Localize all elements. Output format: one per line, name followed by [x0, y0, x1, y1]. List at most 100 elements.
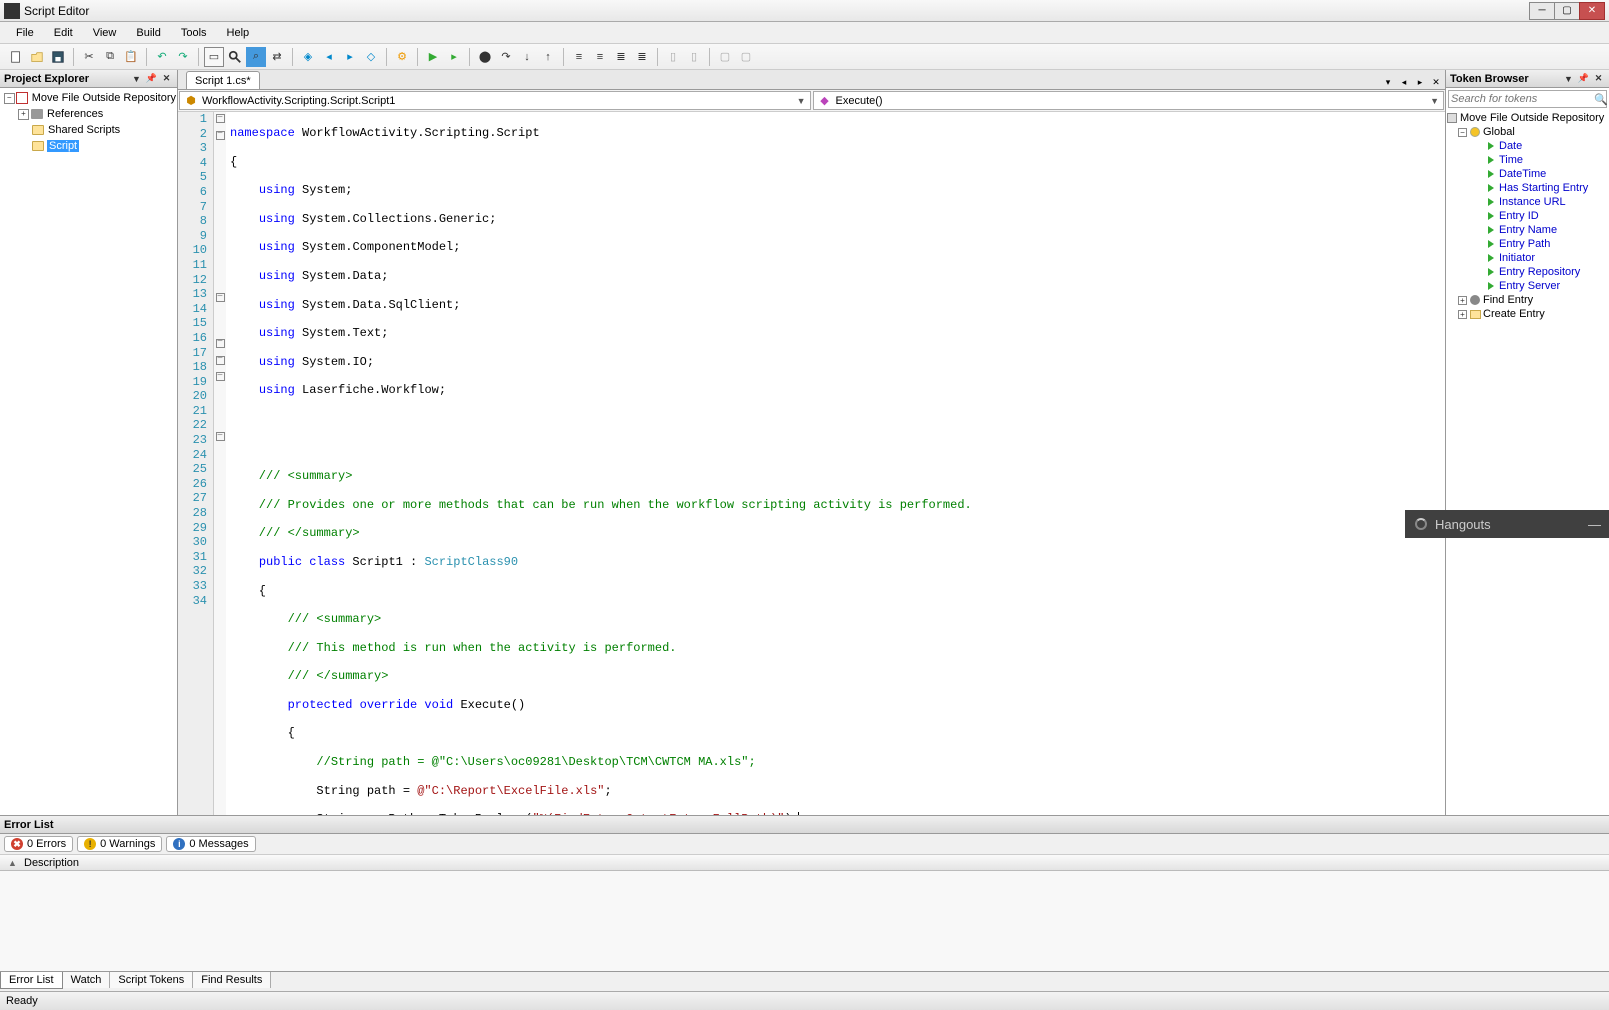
- undo-icon[interactable]: ↶: [152, 47, 172, 67]
- search-icon[interactable]: 🔍: [1594, 93, 1608, 106]
- tab-list-icon[interactable]: ▾: [1381, 75, 1395, 89]
- token-create-entry[interactable]: +Create Entry: [1446, 307, 1609, 321]
- tree-references[interactable]: + References: [0, 106, 177, 122]
- editor-tab-script1[interactable]: Script 1.cs*: [186, 71, 260, 89]
- copy-icon[interactable]: ⧉: [100, 47, 120, 67]
- hangouts-bar[interactable]: Hangouts —: [1405, 510, 1609, 538]
- next-bookmark-icon[interactable]: ▸: [340, 47, 360, 67]
- token-search-input[interactable]: [1451, 93, 1594, 105]
- editor-tabbar: Script 1.cs* ▾ ◂ ▸ ✕: [178, 70, 1445, 90]
- menu-edit[interactable]: Edit: [44, 25, 83, 41]
- token-initiator[interactable]: Initiator: [1446, 251, 1609, 265]
- menu-build[interactable]: Build: [126, 25, 170, 41]
- method-icon: ◆: [818, 94, 832, 108]
- expand-icon[interactable]: ▲: [8, 858, 24, 868]
- panel-pin-icon[interactable]: 📌: [145, 72, 158, 85]
- panel-dropdown-icon[interactable]: ▼: [1562, 72, 1575, 85]
- tree-root[interactable]: − Move File Outside Repository: [0, 90, 177, 106]
- tab-close-icon[interactable]: ✕: [1429, 75, 1443, 89]
- error-list-header: Error List: [0, 816, 1609, 834]
- messages-filter[interactable]: i0 Messages: [166, 836, 255, 852]
- find-in-files-icon[interactable]: ⌕: [246, 47, 266, 67]
- bookmark-icon[interactable]: ◈: [298, 47, 318, 67]
- namespace-dropdown[interactable]: ⬢ WorkflowActivity.Scripting.Script.Scri…: [179, 91, 811, 110]
- outdent-icon[interactable]: ≡: [590, 47, 610, 67]
- errors-filter[interactable]: ✖0 Errors: [4, 836, 73, 852]
- redo-icon[interactable]: ↷: [173, 47, 193, 67]
- token-browser-title: Token Browser: [1450, 73, 1529, 85]
- token-time[interactable]: Time: [1446, 153, 1609, 167]
- project-tree: − Move File Outside Repository + Referen…: [0, 88, 177, 815]
- clear-bookmark-icon[interactable]: ◇: [361, 47, 381, 67]
- panel-pin-icon[interactable]: 📌: [1577, 72, 1590, 85]
- token-root[interactable]: Move File Outside Repository: [1446, 111, 1609, 125]
- replace-icon[interactable]: ⇄: [267, 47, 287, 67]
- comment-icon[interactable]: ≣: [632, 47, 652, 67]
- minimize-button[interactable]: ─: [1529, 2, 1555, 20]
- doc1-icon[interactable]: ▯: [663, 47, 683, 67]
- bottom-tab-watch[interactable]: Watch: [63, 972, 111, 988]
- snippet1-icon[interactable]: ▢: [715, 47, 735, 67]
- paste-icon[interactable]: 📋: [121, 47, 141, 67]
- hangouts-minimize-icon[interactable]: —: [1588, 517, 1601, 532]
- bottom-tab-find-results[interactable]: Find Results: [193, 972, 271, 988]
- indent-icon[interactable]: ≡: [569, 47, 589, 67]
- bottom-tab-script-tokens[interactable]: Script Tokens: [110, 972, 193, 988]
- close-button[interactable]: ✕: [1579, 2, 1605, 20]
- open-icon[interactable]: [27, 47, 47, 67]
- token-entry-repository[interactable]: Entry Repository: [1446, 265, 1609, 279]
- panel-close-icon[interactable]: ✕: [1592, 72, 1605, 85]
- method-dropdown[interactable]: ◆ Execute() ▼: [813, 91, 1445, 110]
- step-out-icon[interactable]: ↑: [538, 47, 558, 67]
- toolbar: ✂ ⧉ 📋 ↶ ↷ ▭ ⌕ ⇄ ◈ ◂ ▸ ◇ ⚙ ▶ ▸ ⬤ ↷ ↓ ↑ ≡ …: [0, 44, 1609, 70]
- project-explorer-panel: Project Explorer ▼ 📌 ✕ − Move File Outsi…: [0, 70, 178, 815]
- fold-gutter[interactable]: − − − − − − −: [214, 112, 226, 815]
- save-icon[interactable]: [48, 47, 68, 67]
- find-box-icon[interactable]: ▭: [204, 47, 224, 67]
- token-find-entry[interactable]: +Find Entry: [1446, 293, 1609, 307]
- snippet2-icon[interactable]: ▢: [736, 47, 756, 67]
- token-browser-header: Token Browser ▼ 📌 ✕: [1446, 70, 1609, 88]
- tree-script[interactable]: Script: [0, 138, 177, 154]
- error-grid-header: ▲ Description: [0, 854, 1609, 871]
- maximize-button[interactable]: ▢: [1554, 2, 1580, 20]
- menu-tools[interactable]: Tools: [171, 25, 217, 41]
- breakpoint-icon[interactable]: ⬤: [475, 47, 495, 67]
- menu-help[interactable]: Help: [217, 25, 260, 41]
- find-icon[interactable]: [225, 47, 245, 67]
- run-icon[interactable]: ▶: [423, 47, 443, 67]
- code-editor[interactable]: 1234567891011121314151617181920212223242…: [178, 112, 1445, 815]
- list-icon[interactable]: ≣: [611, 47, 631, 67]
- tree-shared[interactable]: Shared Scripts: [0, 122, 177, 138]
- token-has-starting-entry[interactable]: Has Starting Entry: [1446, 181, 1609, 195]
- panel-dropdown-icon[interactable]: ▼: [130, 72, 143, 85]
- nav-dropdowns: ⬢ WorkflowActivity.Scripting.Script.Scri…: [178, 90, 1445, 112]
- step-icon[interactable]: ▸: [444, 47, 464, 67]
- step-into-icon[interactable]: ↓: [517, 47, 537, 67]
- tab-next-icon[interactable]: ▸: [1413, 75, 1427, 89]
- token-date[interactable]: Date: [1446, 139, 1609, 153]
- token-instance-url[interactable]: Instance URL: [1446, 195, 1609, 209]
- prev-bookmark-icon[interactable]: ◂: [319, 47, 339, 67]
- token-entry-path[interactable]: Entry Path: [1446, 237, 1609, 251]
- doc2-icon[interactable]: ▯: [684, 47, 704, 67]
- tab-prev-icon[interactable]: ◂: [1397, 75, 1411, 89]
- warnings-filter[interactable]: !0 Warnings: [77, 836, 162, 852]
- token-search[interactable]: 🔍: [1448, 90, 1607, 108]
- token-entry-server[interactable]: Entry Server: [1446, 279, 1609, 293]
- token-entry-name[interactable]: Entry Name: [1446, 223, 1609, 237]
- panel-close-icon[interactable]: ✕: [160, 72, 173, 85]
- titlebar: Script Editor ─ ▢ ✕: [0, 0, 1609, 22]
- token-global[interactable]: − Global: [1446, 125, 1609, 139]
- new-icon[interactable]: [6, 47, 26, 67]
- bottom-tab-error-list[interactable]: Error List: [0, 972, 63, 989]
- step-over-icon[interactable]: ↷: [496, 47, 516, 67]
- token-datetime[interactable]: DateTime: [1446, 167, 1609, 181]
- menu-view[interactable]: View: [83, 25, 127, 41]
- description-column[interactable]: Description: [24, 857, 79, 869]
- token-entry-id[interactable]: Entry ID: [1446, 209, 1609, 223]
- code-body[interactable]: namespace WorkflowActivity.Scripting.Scr…: [226, 112, 1445, 815]
- menu-file[interactable]: File: [6, 25, 44, 41]
- cut-icon[interactable]: ✂: [79, 47, 99, 67]
- build-icon[interactable]: ⚙: [392, 47, 412, 67]
